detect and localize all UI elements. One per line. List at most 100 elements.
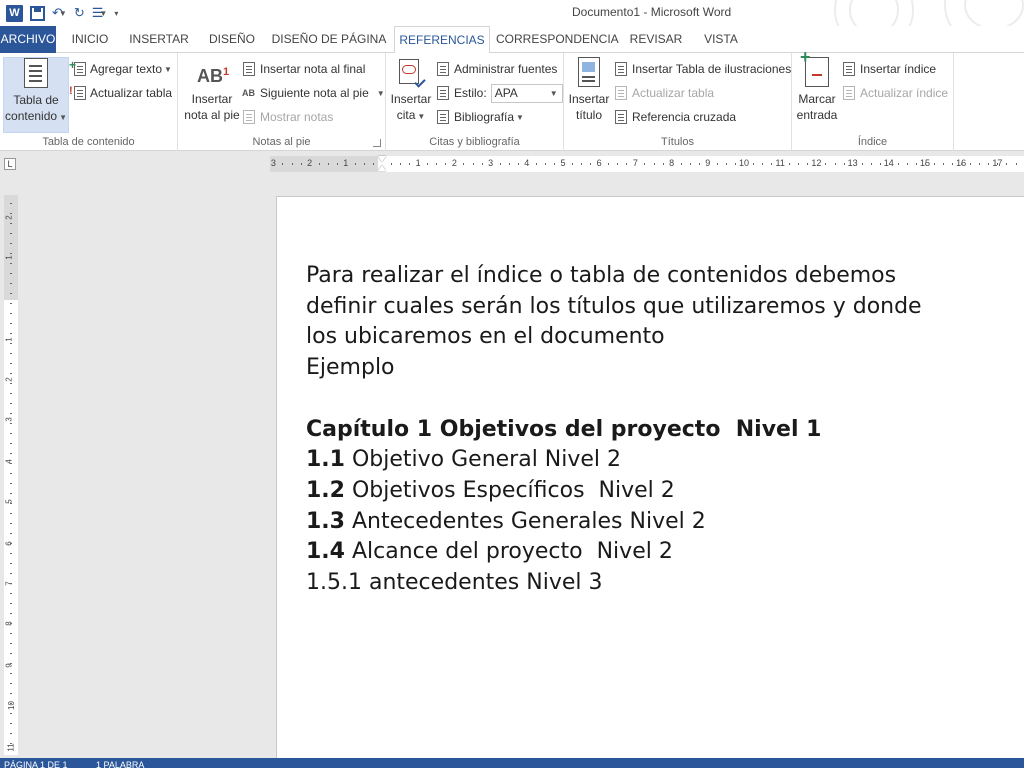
vertical-ruler-tick — [10, 303, 12, 304]
vertical-ruler-tick — [10, 443, 12, 444]
vertical-ruler-tick — [10, 313, 12, 314]
item-number: 1.4 — [306, 539, 345, 565]
vertical-ruler[interactable]: 211234567891011 — [4, 195, 18, 755]
vertical-ruler-tick — [10, 723, 12, 724]
tab-inicio[interactable]: INICIO — [62, 26, 118, 53]
manage-sources-button[interactable]: Administrar fuentes — [436, 59, 557, 79]
bibliography-label: Bibliografía — [454, 110, 515, 124]
vertical-ruler-tick — [10, 683, 12, 684]
cross-reference-icon — [614, 110, 628, 124]
vertical-ruler-tick — [10, 493, 12, 494]
bibliography-icon — [436, 110, 450, 124]
tab-archivo[interactable]: ARCHIVO — [0, 26, 56, 53]
vertical-ruler-tick — [10, 483, 12, 484]
doc-line: los ubicaremos en el documento — [306, 324, 665, 350]
undo-icon[interactable]: ↶ ▼ — [52, 3, 67, 23]
tab-selector[interactable]: L — [4, 158, 16, 170]
insert-caption-button[interactable]: Insertar título — [566, 57, 612, 133]
tab-correspondencia[interactable]: CORRESPONDENCIA — [496, 26, 619, 53]
vertical-ruler-tick — [10, 353, 12, 354]
tab-revisar[interactable]: REVISAR — [624, 26, 688, 53]
vertical-ruler-tick — [10, 393, 12, 394]
word-icon[interactable]: W — [6, 3, 23, 23]
page-count[interactable]: PÁGINA 1 DE 1 — [4, 760, 68, 768]
mark-entry-icon — [800, 49, 829, 87]
vertical-ruler-tick — [10, 403, 12, 404]
status-bar: PÁGINA 1 DE 1 1 PALABRA — [0, 758, 1024, 768]
ruler-tick — [1006, 163, 1008, 165]
show-notes-button[interactable]: Mostrar notas — [242, 107, 333, 127]
next-footnote-button[interactable]: AB Siguiente nota al pie ▼ — [242, 83, 385, 103]
ruler-tick — [282, 163, 284, 165]
tab-referencias[interactable]: REFERENCIAS — [394, 26, 490, 54]
ruler-tick — [418, 163, 420, 165]
insert-footnote-button[interactable]: AB1 Insertar nota al pie — [182, 57, 242, 133]
save-icon[interactable] — [30, 3, 45, 23]
ruler-tick — [535, 163, 537, 165]
level2-item: 1.3 Antecedentes Generales Nivel 2 — [306, 507, 922, 538]
ruler-tick — [544, 163, 546, 165]
toc-button-line2: contenido — [5, 109, 58, 123]
index-group: Marcar entrada Insertar índice Actualiza… — [792, 49, 954, 151]
insert-citation-line1: Insertar — [390, 92, 432, 106]
cross-reference-button[interactable]: Referencia cruzada — [614, 107, 736, 127]
insert-index-button[interactable]: Insertar índice — [842, 59, 936, 79]
insert-index-icon — [842, 62, 856, 76]
redo-icon[interactable]: ↻ — [74, 3, 85, 23]
insert-endnote-button[interactable]: Insertar nota al final — [242, 59, 365, 79]
update-figures-table-button[interactable]: Actualizar tabla — [614, 83, 714, 103]
ruler-tick — [753, 163, 755, 165]
vertical-ruler-tick — [10, 693, 12, 694]
vertical-ruler-tick — [10, 373, 12, 374]
tab-vista[interactable]: VISTA — [694, 26, 748, 53]
tab-insertar[interactable]: INSERTAR — [124, 26, 194, 53]
endnote-icon — [242, 62, 256, 76]
ribbon-tabs: ARCHIVO INICIO INSERTAR DISEÑO DISEÑO DE… — [0, 26, 1024, 54]
horizontal-ruler[interactable]: 3211234567891011121314151617 — [270, 156, 1024, 172]
bullets-icon[interactable]: ☰ ▼ — [92, 3, 108, 23]
style-dropdown[interactable]: APA ▼ — [490, 83, 563, 103]
vertical-ruler-tick — [10, 553, 12, 554]
document-page[interactable]: Para realizar el índice o tabla de conte… — [276, 196, 1024, 768]
footnote-icon-sup: 1 — [223, 66, 230, 78]
captions-group-label: Títulos — [660, 136, 694, 148]
update-table-button[interactable]: Actualizar tabla — [69, 83, 172, 103]
insert-table-of-figures-button[interactable]: Insertar Tabla de ilustraciones — [614, 59, 791, 79]
ruler-label: 1 — [343, 158, 349, 168]
document-body[interactable]: Para realizar el índice o tabla de conte… — [306, 261, 922, 599]
vertical-ruler-tick — [10, 613, 12, 614]
tab-diseno-de-pagina[interactable]: DISEÑO DE PÁGINA — [270, 26, 388, 53]
ruler-label: 2 — [451, 158, 457, 168]
ruler-tick — [508, 163, 510, 165]
update-index-button[interactable]: Actualizar índice — [842, 83, 948, 103]
insert-caption-line1: Insertar — [568, 92, 610, 106]
insert-citation-button[interactable]: Insertar cita ▼ — [388, 57, 434, 133]
vertical-ruler-tick — [10, 653, 12, 654]
ruler-label: 9 — [705, 158, 711, 168]
chapter-heading: Capítulo 1 Objetivos del proyecto Nivel … — [306, 416, 822, 442]
ruler-tick — [807, 163, 809, 165]
vertical-ruler-label: 1 — [4, 337, 14, 342]
word-count[interactable]: 1 PALABRA — [96, 760, 144, 768]
mark-entry-button[interactable]: Marcar entrada — [794, 49, 840, 133]
indent-marker[interactable] — [378, 156, 386, 172]
level2-item: 1.1 Objetivo General Nivel 2 — [306, 445, 922, 476]
vertical-ruler-tick — [10, 243, 12, 244]
show-notes-label: Mostrar notas — [260, 110, 334, 124]
toc-button[interactable]: Tabla de contenido ▼ — [3, 57, 69, 133]
dialog-launcher-icon[interactable] — [373, 139, 381, 147]
caption-icon — [578, 57, 600, 87]
ruler-label: 3 — [270, 158, 276, 168]
tab-diseno[interactable]: DISEÑO — [200, 26, 264, 53]
ruler-tick — [979, 163, 981, 165]
customize-qat-icon[interactable]: ▾ — [114, 3, 118, 23]
ruler-tick — [698, 163, 700, 165]
add-text-button[interactable]: Agregar texto▼ — [69, 58, 172, 79]
ruler-tick — [617, 163, 619, 165]
vertical-ruler-tick — [10, 423, 12, 424]
ruler-tick — [372, 163, 374, 165]
bibliography-button[interactable]: Bibliografía ▼ — [436, 107, 524, 127]
item-text: Alcance del proyecto Nivel 2 — [344, 539, 673, 565]
insert-endnote-label: Insertar nota al final — [260, 62, 366, 76]
vertical-ruler-tick — [10, 533, 12, 534]
